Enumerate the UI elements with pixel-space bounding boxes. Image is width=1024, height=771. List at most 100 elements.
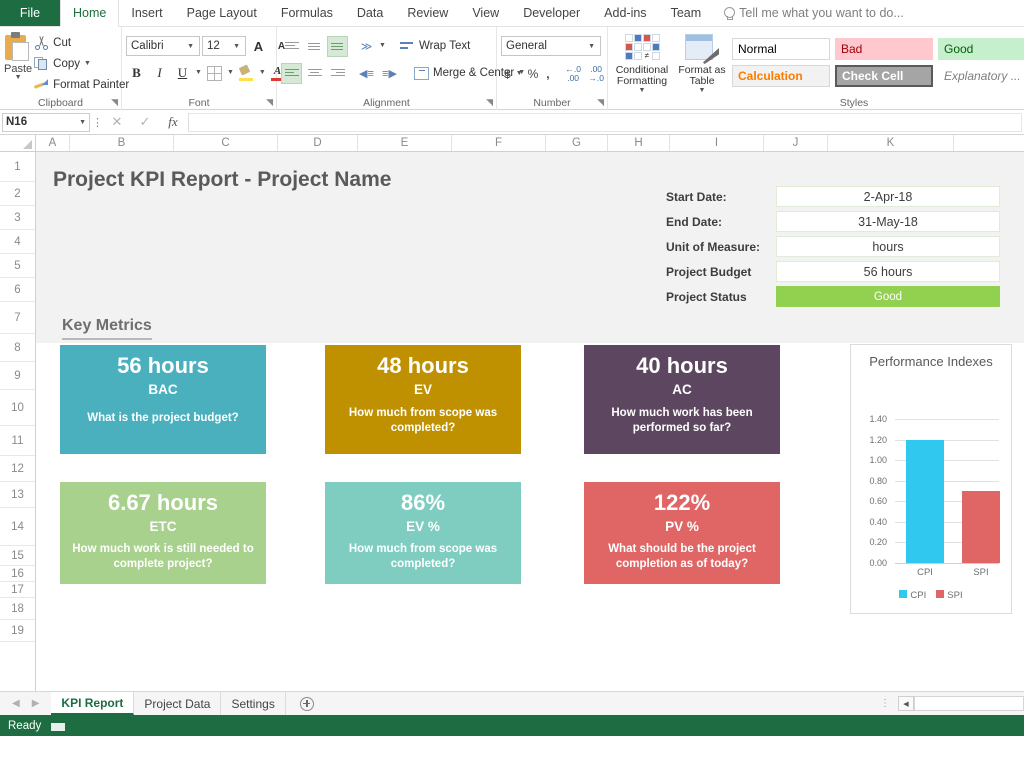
align-center-button[interactable]	[304, 63, 325, 84]
conditional-formatting-caret-icon[interactable]: ▼	[639, 87, 646, 94]
status-badge[interactable]: Good	[776, 286, 1000, 307]
copy-dropdown-caret-icon[interactable]: ▼	[84, 60, 91, 67]
column-header-k[interactable]: K	[828, 135, 954, 151]
column-header-g[interactable]: G	[546, 135, 608, 151]
row-header-13[interactable]: 13	[0, 482, 35, 508]
add-sheet-button[interactable]	[286, 692, 328, 715]
insert-function-button[interactable]: fx	[160, 114, 186, 130]
comma-style-button[interactable]: ,	[543, 67, 552, 81]
font-dialog-launcher-icon[interactable]: ◥	[266, 97, 273, 108]
copy-button[interactable]: Copy ▼	[32, 54, 131, 73]
tell-me-box[interactable]: Tell me what you want to do...	[713, 0, 904, 26]
column-header-d[interactable]: D	[278, 135, 358, 151]
kpi-card-etc[interactable]: 6.67 hours ETC How much work is still ne…	[60, 482, 266, 584]
decrease-decimal-button[interactable]: .00 →.0	[586, 64, 607, 85]
horizontal-scrollbar[interactable]: ⋮ ◀	[872, 692, 1024, 715]
cancel-entry-button[interactable]: ✕	[104, 114, 130, 130]
decrease-indent-button[interactable]: ◀≡	[356, 63, 377, 84]
column-header-c[interactable]: C	[174, 135, 278, 151]
align-left-button[interactable]	[281, 62, 302, 84]
format-as-table-button[interactable]: Format as Table ▼	[676, 34, 728, 94]
cell-style-explanatory[interactable]: Explanatory ...	[938, 65, 1024, 87]
percent-style-button[interactable]: %	[525, 67, 542, 81]
currency-caret-icon[interactable]: ▼	[516, 70, 523, 77]
row-header-15[interactable]: 15	[0, 546, 35, 566]
row-header-7[interactable]: 7	[0, 302, 35, 334]
scrollbar-grip-icon[interactable]: ⋮	[872, 698, 898, 709]
bar-spi[interactable]	[962, 490, 1000, 563]
tab-developer[interactable]: Developer	[511, 0, 592, 26]
column-header-e[interactable]: E	[358, 135, 452, 151]
row-header-14[interactable]: 14	[0, 508, 35, 546]
font-size-caret-icon[interactable]: ▼	[230, 43, 243, 50]
clipboard-dialog-launcher-icon[interactable]: ◥	[111, 97, 118, 108]
row-header-11[interactable]: 11	[0, 426, 35, 456]
row-header-18[interactable]: 18	[0, 598, 35, 620]
cell-style-bad[interactable]: Bad	[835, 38, 933, 60]
orientation-button[interactable]: ≫	[356, 36, 377, 57]
conditional-formatting-button[interactable]: ≠ Conditional Formatting ▼	[612, 34, 672, 94]
row-header-19[interactable]: 19	[0, 620, 35, 642]
row-header-2[interactable]: 2	[0, 182, 35, 206]
cell-style-calculation[interactable]: Calculation	[732, 65, 830, 87]
tab-team[interactable]: Team	[659, 0, 714, 26]
align-top-button[interactable]	[281, 36, 302, 57]
sheet-tab-kpi-report[interactable]: KPI Report	[51, 692, 135, 715]
paste-dropdown-caret-icon[interactable]: ▼	[15, 74, 22, 81]
tab-page-layout[interactable]: Page Layout	[175, 0, 269, 26]
sheet-prev-icon[interactable]: ◀	[12, 698, 20, 709]
number-format-caret-icon[interactable]: ▼	[585, 43, 598, 50]
sheet-nav-arrows[interactable]: ◀ ▶	[0, 692, 51, 715]
scroll-track[interactable]	[914, 696, 1024, 711]
sheet-next-icon[interactable]: ▶	[32, 698, 40, 709]
row-header-8[interactable]: 8	[0, 334, 35, 362]
underline-caret-icon[interactable]: ▼	[195, 69, 202, 76]
tab-add-ins[interactable]: Add-ins	[592, 0, 658, 26]
number-dialog-launcher-icon[interactable]: ◥	[597, 97, 604, 108]
info-value-project-budget[interactable]: 56 hours	[776, 261, 1000, 282]
align-middle-button[interactable]	[304, 36, 325, 57]
tab-file[interactable]: File	[0, 0, 60, 26]
column-header-j[interactable]: J	[764, 135, 828, 151]
row-header-3[interactable]: 3	[0, 206, 35, 230]
column-header-b[interactable]: B	[70, 135, 174, 151]
fill-color-button[interactable]	[236, 63, 257, 84]
name-box[interactable]: N16 ▼	[2, 112, 90, 132]
formula-bar-overflow-icon[interactable]: ⋮	[92, 116, 103, 129]
confirm-entry-button[interactable]: ✓	[132, 114, 158, 130]
cell-style-normal[interactable]: Normal	[732, 38, 830, 60]
format-as-table-caret-icon[interactable]: ▼	[699, 87, 706, 94]
cell-styles-gallery[interactable]: Normal Bad Good Neutral Calculation Chec…	[732, 34, 1024, 89]
underline-button[interactable]: U	[172, 63, 193, 84]
format-painter-button[interactable]: Format Painter	[32, 75, 131, 94]
performance-indexes-chart[interactable]: Performance Indexes 1.40 1.20 1.00 0.80 …	[850, 344, 1012, 614]
increase-font-size-button[interactable]: A	[248, 36, 269, 57]
sheet-tab-project-data[interactable]: Project Data	[134, 692, 222, 715]
tab-home[interactable]: Home	[60, 0, 120, 27]
tab-review[interactable]: Review	[395, 0, 460, 26]
row-header-9[interactable]: 9	[0, 362, 35, 390]
column-header-f[interactable]: F	[452, 135, 546, 151]
wrap-text-button[interactable]: Wrap Text	[398, 37, 472, 56]
bold-button[interactable]: B	[126, 63, 147, 84]
kpi-card-ev[interactable]: 48 hours EV How much from scope was comp…	[325, 345, 521, 454]
tab-data[interactable]: Data	[345, 0, 395, 26]
column-header-h[interactable]: H	[608, 135, 670, 151]
fill-color-caret-icon[interactable]: ▼	[259, 69, 266, 76]
currency-button[interactable]: $	[501, 67, 514, 81]
borders-button[interactable]	[204, 63, 225, 84]
chart-legend[interactable]: CPI SPI	[851, 590, 1011, 601]
row-header-10[interactable]: 10	[0, 390, 35, 426]
tab-formulas[interactable]: Formulas	[269, 0, 345, 26]
row-header-17[interactable]: 17	[0, 582, 35, 598]
row-header-5[interactable]: 5	[0, 254, 35, 278]
scroll-left-button[interactable]: ◀	[898, 696, 914, 711]
info-value-end-date[interactable]: 31-May-18	[776, 211, 1000, 232]
name-box-caret-icon[interactable]: ▼	[79, 119, 86, 126]
row-header-6[interactable]: 6	[0, 278, 35, 302]
row-header-1[interactable]: 1	[0, 152, 35, 182]
cut-button[interactable]: Cut	[32, 33, 131, 52]
column-header-a[interactable]: A	[36, 135, 70, 151]
font-name-combo[interactable]: Calibri ▼	[126, 36, 200, 56]
align-right-button[interactable]	[327, 63, 348, 84]
